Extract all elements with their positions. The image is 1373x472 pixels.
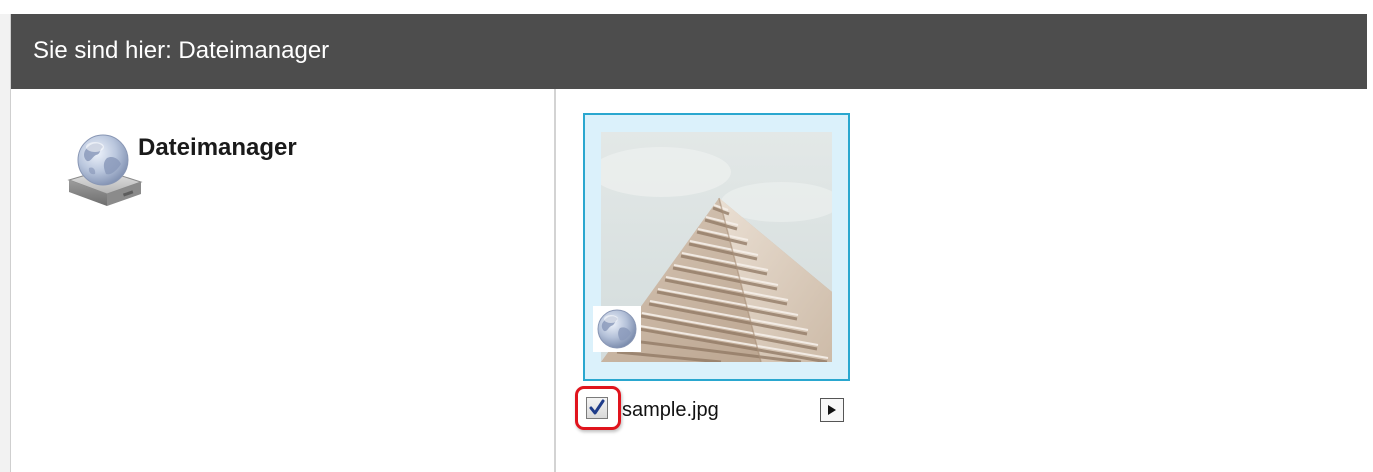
file-menu-button[interactable] [820,398,844,422]
file-select-checkbox[interactable] [586,397,608,419]
file-tile[interactable] [583,113,850,381]
play-arrow-icon [828,405,836,415]
file-manager-page: Sie sind hier: Dateimanager Dateimanager… [0,0,1373,472]
folder-tree-pane: Dateimanager [11,89,556,472]
file-list-pane: sample.jpg [556,89,1367,472]
file-name[interactable]: sample.jpg [622,399,719,421]
tree-root-label[interactable]: Dateimanager [138,133,297,163]
file-row: sample.jpg [575,386,873,431]
checkmark-icon [589,399,605,415]
location-bar: Sie sind hier: Dateimanager [11,14,1367,89]
globe-icon [593,306,641,352]
window-edge [0,14,11,472]
breadcrumb: Sie sind hier: Dateimanager [33,37,330,64]
network-drive-icon[interactable] [59,130,145,208]
